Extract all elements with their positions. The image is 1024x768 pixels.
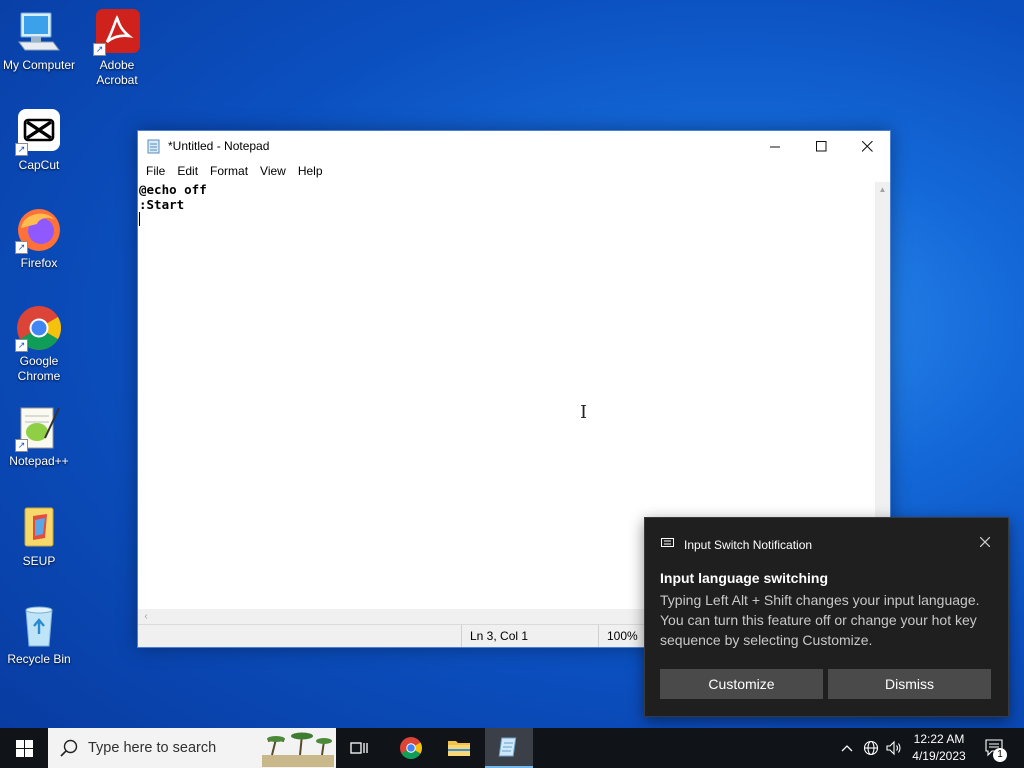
desktop-icon-notepad-plus-plus[interactable]: ↗ Notepad++: [0, 404, 78, 469]
desktop-icon-adobe-acrobat[interactable]: ↗ Adobe Acrobat: [78, 8, 156, 88]
cursor-position: Ln 3, Col 1: [461, 625, 598, 647]
scroll-left-icon[interactable]: ‹: [138, 609, 154, 625]
menu-help[interactable]: Help: [292, 164, 329, 178]
menu-format[interactable]: Format: [204, 164, 254, 178]
speaker-volume-icon: [886, 740, 901, 756]
keyboard-icon: [661, 537, 675, 552]
clock-date: 4/19/2023: [912, 749, 966, 763]
desktop-icon-label: Notepad++: [9, 454, 69, 468]
minimize-icon: [769, 146, 780, 147]
shortcut-arrow-icon: ↗: [15, 241, 28, 254]
toast-close-button[interactable]: [979, 534, 991, 550]
computer-icon: [15, 8, 63, 56]
toast-header: Input Switch Notification: [661, 537, 812, 552]
start-button[interactable]: [0, 728, 48, 768]
taskbar-file-explorer[interactable]: [435, 728, 483, 768]
acrobat-icon: ↗: [93, 8, 141, 56]
dismiss-button[interactable]: Dismiss: [828, 669, 991, 699]
capcut-icon: ↗: [15, 108, 63, 156]
volume-button[interactable]: [884, 728, 904, 768]
shortcut-arrow-icon: ↗: [93, 43, 106, 56]
network-button[interactable]: [861, 728, 881, 768]
taskbar-notepad[interactable]: [485, 728, 533, 768]
minimize-button[interactable]: [752, 131, 798, 161]
file-explorer-icon: [448, 741, 470, 756]
window-title: *Untitled - Notepad: [168, 139, 270, 153]
maximize-button[interactable]: [798, 131, 844, 161]
search-highlight-illustration-icon: [262, 732, 334, 767]
text-line: :Start: [139, 197, 185, 212]
desktop-icon-seup[interactable]: SEUP: [0, 504, 78, 569]
search-icon: [60, 739, 78, 757]
firefox-icon: ↗: [15, 206, 63, 254]
chevron-up-icon: [841, 745, 853, 752]
notepad-icon: [146, 138, 162, 154]
toast-app-name: Input Switch Notification: [684, 537, 813, 552]
shortcut-arrow-icon: ↗: [15, 339, 28, 352]
desktop-icon-my-computer[interactable]: My Computer: [0, 8, 78, 73]
toast-body: Typing Left Alt + Shift changes your inp…: [660, 592, 980, 648]
task-view-button[interactable]: [336, 728, 384, 768]
close-button[interactable]: [844, 131, 890, 161]
menu-bar: File Edit Format View Help: [138, 161, 890, 181]
desktop-icon-label: Firefox: [20, 256, 58, 270]
action-center-button[interactable]: 1: [980, 728, 1010, 768]
desktop-icon-label: SEUP: [22, 554, 56, 568]
menu-edit[interactable]: Edit: [171, 164, 204, 178]
customize-button[interactable]: Customize: [660, 669, 823, 699]
desktop-icon-firefox[interactable]: ↗ Firefox: [0, 206, 78, 271]
shortcut-arrow-icon: ↗: [15, 143, 28, 156]
chrome-icon: ↗: [15, 304, 63, 352]
desktop-icon-label: Adobe Acrobat: [96, 58, 138, 87]
desktop-icon-label: CapCut: [18, 158, 60, 172]
toast-heading: Input language switching: [660, 570, 828, 586]
notification-count-badge: 1: [993, 748, 1007, 762]
windows-logo-icon: [15, 739, 33, 757]
input-switch-notification[interactable]: Input Switch Notification Input language…: [644, 517, 1009, 717]
desktop-icon-google-chrome[interactable]: ↗ Google Chrome: [0, 304, 78, 384]
desktop-icon-capcut[interactable]: ↗ CapCut: [0, 108, 78, 173]
shortcut-arrow-icon: ↗: [15, 439, 28, 452]
show-hidden-icons-button[interactable]: [838, 728, 856, 768]
globe-network-icon: [863, 740, 879, 756]
notepad-icon: [498, 737, 517, 757]
search-placeholder: Type here to search: [88, 740, 217, 756]
recycle-bin-icon: [15, 602, 63, 650]
ibeam-cursor-icon: I: [580, 402, 588, 423]
taskbar-clock[interactable]: 12:22 AM 4/19/2023: [905, 731, 973, 765]
taskbar: Type here to search 12:22 AM 4/19/2023 1: [0, 728, 1024, 768]
desktop-icon-label: Recycle Bin: [7, 652, 71, 666]
seup-icon: [15, 504, 63, 552]
close-icon: [979, 536, 991, 548]
menu-file[interactable]: File: [140, 164, 171, 178]
text-line: @echo off: [139, 182, 207, 197]
notepad-plus-plus-icon: ↗: [15, 404, 63, 452]
menu-view[interactable]: View: [254, 164, 292, 178]
desktop-icon-recycle-bin[interactable]: Recycle Bin: [0, 602, 78, 667]
task-view-icon: [350, 742, 368, 754]
text-caret: [139, 212, 140, 226]
desktop-icon-label: Google Chrome: [17, 354, 61, 383]
scroll-up-icon[interactable]: ▲: [875, 182, 890, 197]
maximize-icon: [815, 140, 826, 151]
close-icon: [861, 140, 873, 152]
title-bar[interactable]: *Untitled - Notepad: [138, 131, 890, 161]
desktop-icon-label: My Computer: [2, 58, 76, 72]
chrome-icon: [400, 737, 422, 759]
taskbar-chrome[interactable]: [387, 728, 435, 768]
clock-time: 12:22 AM: [913, 732, 965, 746]
taskbar-search-box[interactable]: Type here to search: [48, 728, 336, 768]
